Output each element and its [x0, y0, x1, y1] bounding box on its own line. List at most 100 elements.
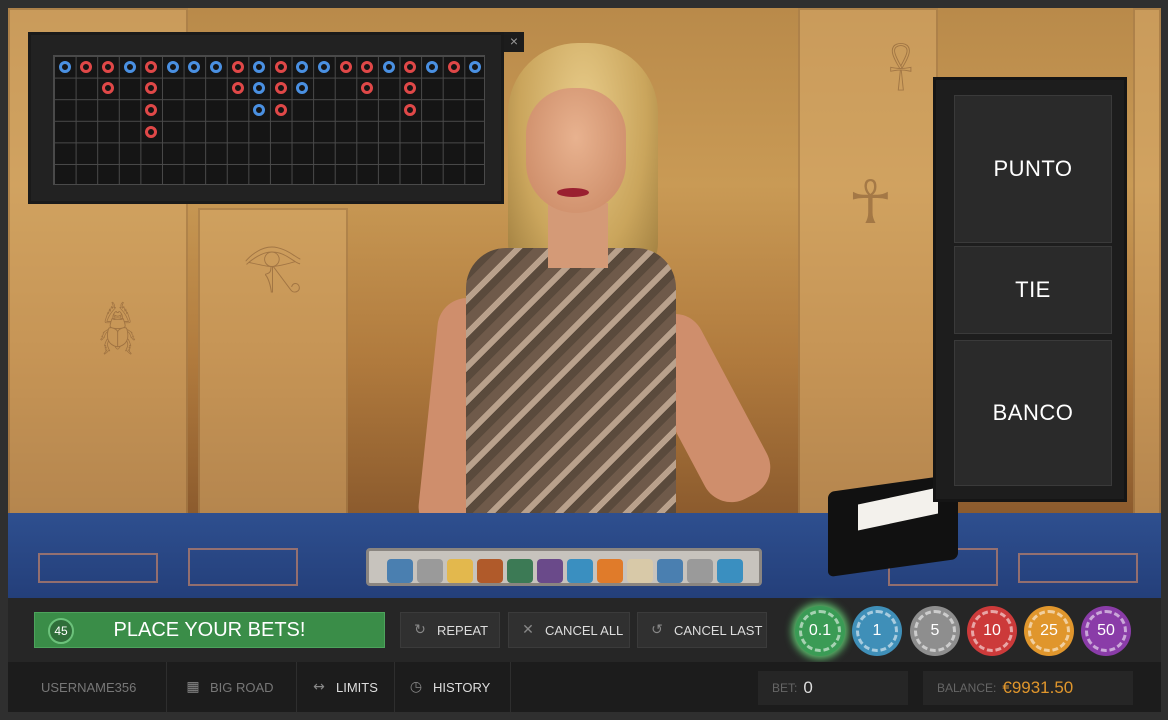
chip-stack	[657, 559, 683, 583]
punto-result-marker	[210, 60, 222, 73]
chip-stack	[717, 559, 743, 583]
punto-result-marker	[253, 60, 266, 73]
roadmap-grid	[53, 55, 485, 185]
history-button[interactable]: ◷ HISTORY	[409, 662, 490, 712]
limits-label: LIMITS	[336, 679, 378, 695]
chip-stack	[507, 559, 533, 583]
chip-value: 5	[930, 622, 940, 639]
chip-value: 50	[1097, 622, 1115, 639]
chip-stack	[387, 559, 413, 583]
chip-value: 0.1	[808, 622, 832, 639]
cancel-last-button[interactable]: ↺ CANCEL LAST	[637, 612, 767, 648]
close-icon: ✕	[522, 622, 534, 638]
repeat-label: REPEAT	[437, 622, 489, 638]
chip-0-1[interactable]: 0.1	[795, 606, 845, 656]
punto-result-marker	[123, 60, 136, 73]
close-icon[interactable]: ×	[504, 32, 524, 52]
banco-result-marker	[361, 82, 374, 95]
repeat-button[interactable]: ↻ REPEAT	[400, 612, 500, 648]
banco-result-marker	[102, 60, 114, 73]
punto-result-marker	[382, 60, 395, 73]
chip-5[interactable]: 5	[910, 606, 960, 656]
chip-stack	[687, 559, 713, 583]
punto-result-marker	[296, 60, 309, 73]
chip-stack	[567, 559, 593, 583]
chip-stack	[537, 559, 563, 583]
cancel-all-button[interactable]: ✕ CANCEL ALL	[508, 612, 630, 648]
banco-result-marker	[145, 104, 158, 116]
bet-label: BET:	[772, 681, 798, 695]
punto-result-marker	[318, 60, 330, 73]
bet-spot-banco[interactable]: BANCO	[954, 340, 1112, 486]
banco-result-marker	[404, 104, 417, 116]
balance-label: BALANCE:	[937, 681, 997, 695]
punto-result-marker	[58, 60, 71, 73]
wall-panel	[1133, 8, 1161, 528]
big-road-label: BIG ROAD	[210, 679, 274, 695]
banco-result-marker	[145, 60, 158, 73]
felt-marking	[38, 553, 158, 583]
chip-stack	[627, 559, 653, 583]
divider	[394, 662, 395, 712]
hieroglyph: 𓆣	[98, 305, 138, 356]
banco-result-marker	[339, 60, 352, 73]
felt-marking	[188, 548, 298, 586]
big-road-button[interactable]: ▦ BIG ROAD	[186, 662, 274, 712]
wall-panel	[798, 8, 938, 528]
status-bar: USERNAME356 ▦ BIG ROAD ↔ LIMITS ◷ HISTOR…	[8, 662, 1161, 712]
bet-total: BET: 0	[758, 671, 908, 705]
chip-stack	[477, 559, 503, 583]
place-bets-status: PLACE YOUR BETS!	[34, 612, 385, 648]
chip-25[interactable]: 25	[1024, 606, 1074, 656]
username-text: USERNAME356	[41, 679, 137, 695]
punto-result-marker	[188, 60, 201, 73]
chip-50[interactable]: 50	[1081, 606, 1131, 656]
hieroglyph: 𓋹	[888, 46, 914, 100]
username: USERNAME356	[41, 662, 136, 712]
banco-result-marker	[274, 82, 287, 95]
chip-value: 25	[1040, 622, 1058, 639]
punto-result-marker	[296, 82, 309, 95]
divider	[296, 662, 297, 712]
dealer-chip-tray	[366, 548, 762, 586]
banco-result-marker	[231, 60, 244, 73]
control-bar: PLACE YOUR BETS! 45 ↻ REPEAT ✕ CANCEL AL…	[8, 598, 1161, 662]
repeat-icon: ↻	[414, 622, 426, 638]
banco-result-marker	[274, 60, 287, 73]
history-label: HISTORY	[433, 679, 491, 695]
banco-result-marker	[404, 82, 417, 95]
banco-result-marker	[361, 60, 374, 73]
limits-button[interactable]: ↔ LIMITS	[312, 662, 378, 712]
banco-result-marker	[231, 82, 244, 95]
bet-spot-punto[interactable]: PUNTO	[954, 95, 1112, 243]
dealer-lips	[557, 188, 589, 197]
status-message: PLACE YOUR BETS!	[113, 618, 306, 641]
banco-result-marker	[274, 104, 287, 116]
grid-icon: ▦	[186, 679, 200, 695]
arrows-icon: ↔	[313, 679, 325, 695]
banco-result-marker	[145, 82, 158, 95]
ankh-glyph: ☥	[848, 168, 893, 238]
chip-1[interactable]: 1	[852, 606, 902, 656]
chip-10[interactable]: 10	[967, 606, 1017, 656]
banco-result-marker	[102, 82, 114, 95]
divider	[166, 662, 167, 712]
bet-spot-tie[interactable]: TIE	[954, 246, 1112, 334]
chip-stack	[447, 559, 473, 583]
game-window: 𓂀 ☥ 𓋹 𓆣 × PUNTO TIE BANCO PLACE YOUR BET…	[0, 0, 1168, 720]
cancel-all-label: CANCEL ALL	[545, 622, 624, 638]
banco-result-marker	[404, 60, 417, 73]
clock-icon: ◷	[409, 679, 423, 695]
punto-result-marker	[469, 60, 482, 73]
punto-result-marker	[426, 60, 438, 73]
countdown-timer: 45	[48, 618, 74, 644]
chip-value: 10	[983, 622, 1001, 639]
divider	[510, 662, 511, 712]
eye-of-horus-glyph: 𓂀	[243, 238, 303, 294]
banco-result-marker	[145, 125, 158, 138]
cancel-last-label: CANCEL LAST	[674, 622, 763, 638]
chip-value: 1	[872, 622, 882, 639]
chip-stack	[597, 559, 623, 583]
punto-result-marker	[166, 60, 179, 73]
dealer-dress	[466, 248, 676, 548]
